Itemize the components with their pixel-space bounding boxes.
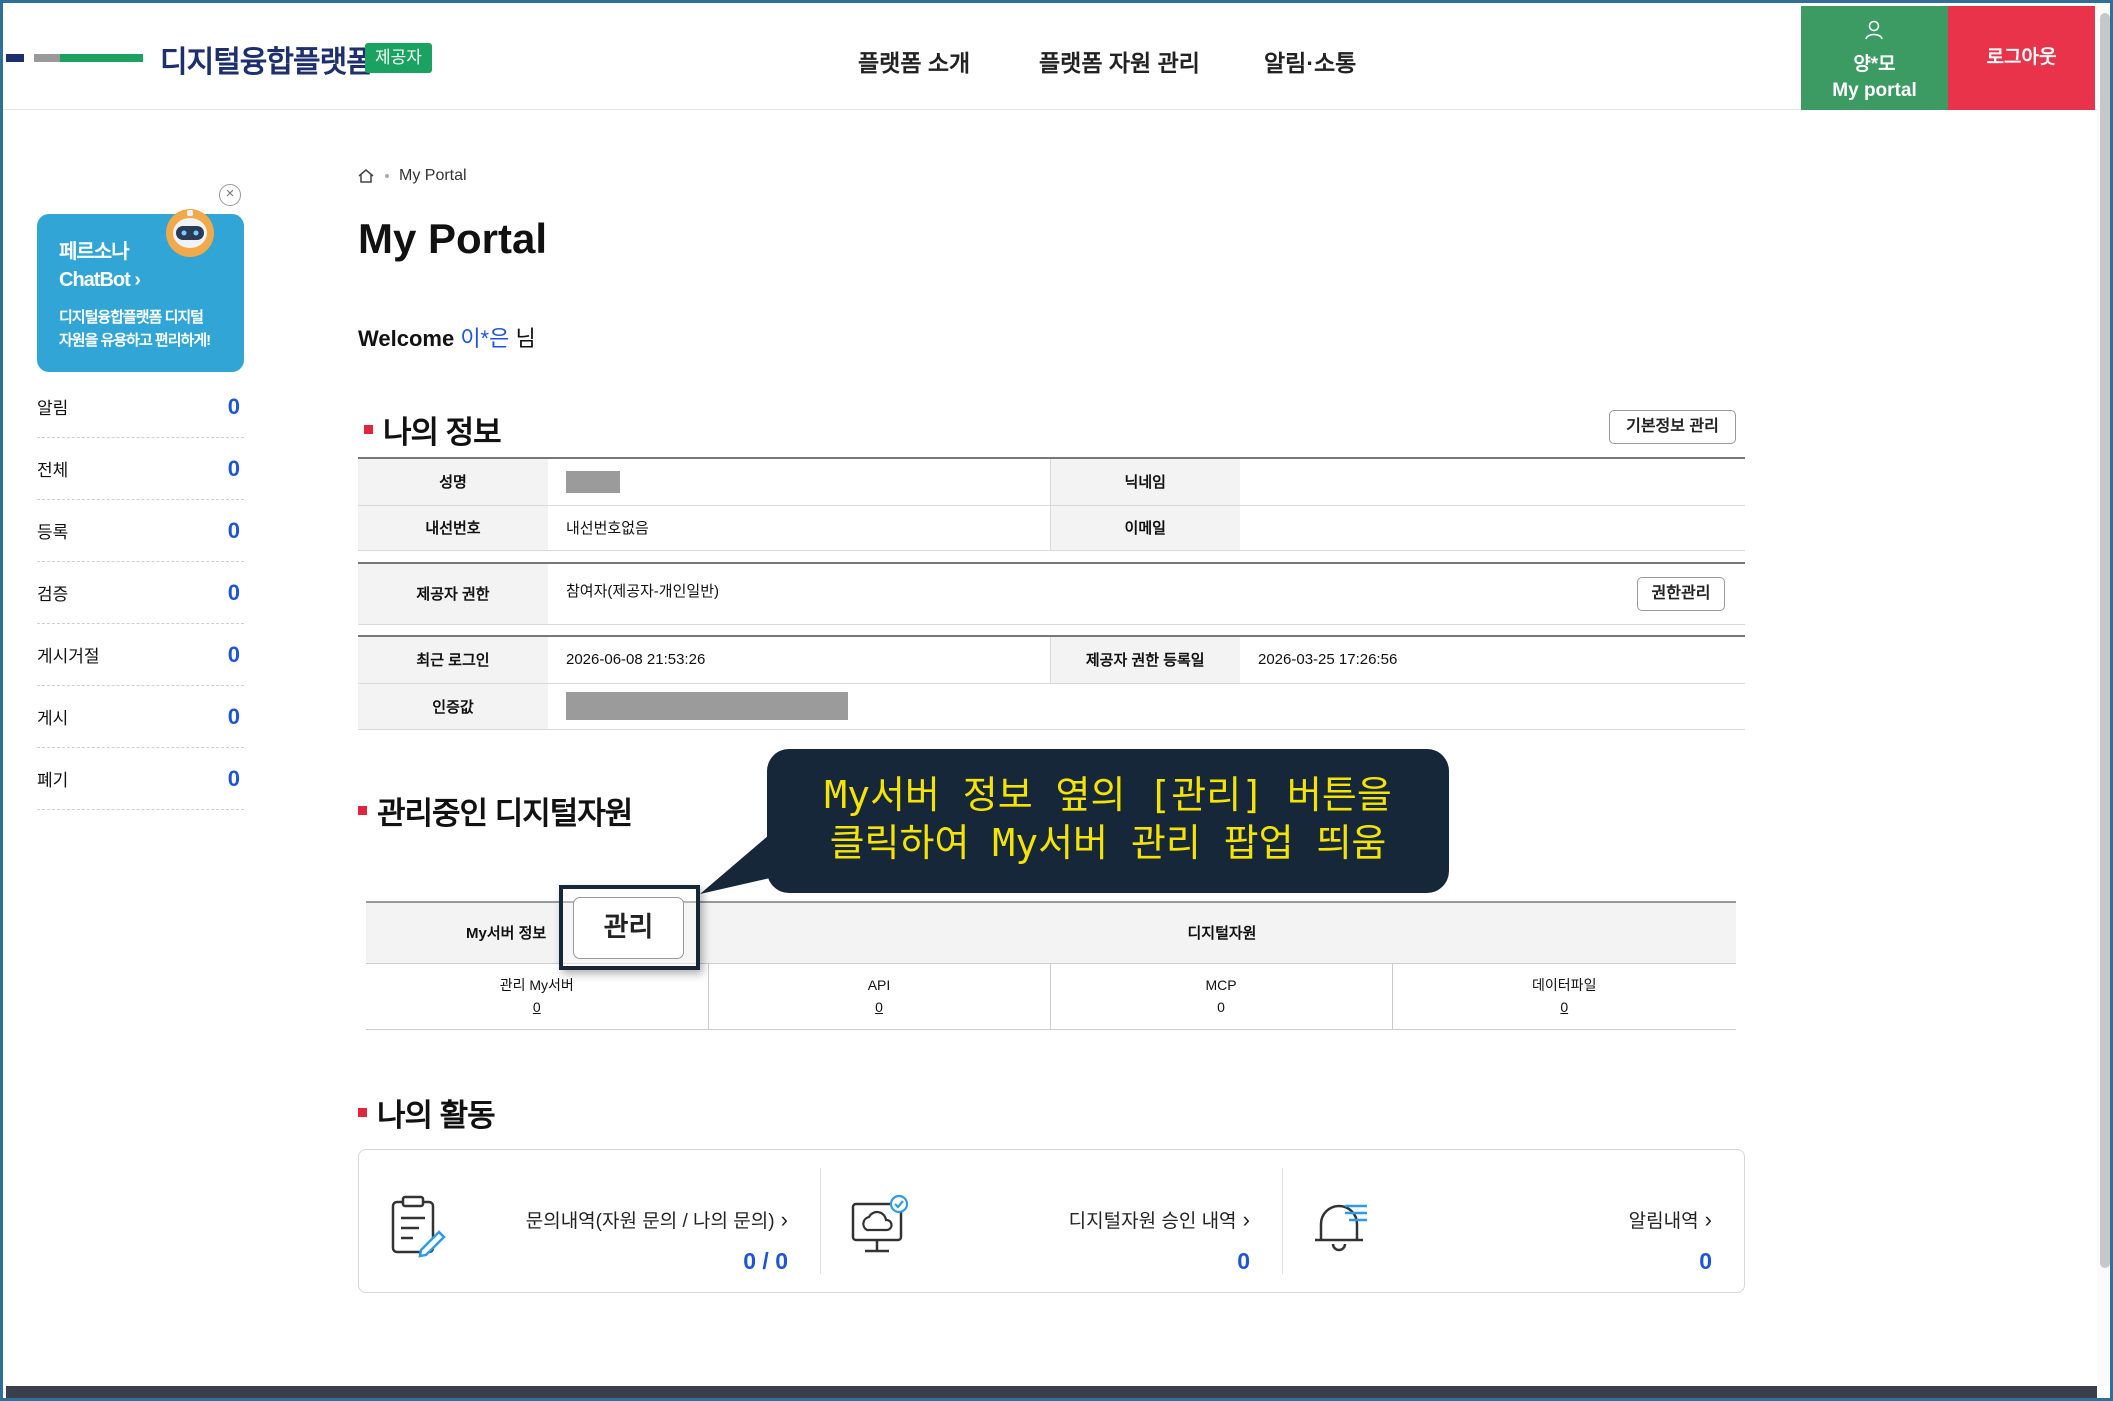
my-portal-button[interactable]: 양*모 My portal <box>1801 6 1948 110</box>
activity-card-approvals[interactable]: 디지털자원 승인 내역 0 <box>821 1168 1283 1274</box>
section-title-activity: 나의 활동 <box>358 1090 496 1135</box>
masked-cert <box>566 692 848 720</box>
welcome-user-name: 이*은 <box>460 326 510 351</box>
value-last-login: 2026-06-08 21:53:26 <box>548 635 1050 684</box>
myserver-manage-button[interactable]: 관리 <box>573 897 684 959</box>
page-title: My Portal <box>358 215 548 262</box>
nav-platform-intro[interactable]: 플랫폼 소개 <box>858 44 970 78</box>
home-icon[interactable] <box>357 168 375 184</box>
logout-button[interactable]: 로그아웃 <box>1948 6 2095 110</box>
chatbot-title-line2: ChatBot › <box>59 269 141 291</box>
value-provider-role: 참여자(제공자-개인일반) <box>548 562 1745 625</box>
approvals-count: 0 <box>1237 1248 1250 1274</box>
value-role-date: 2026-03-25 17:26:56 <box>1240 635 1745 684</box>
activity-panel: 문의내역(자원 문의 / 나의 문의) 0 / 0 디지털자원 승인 내역 0 <box>358 1149 1745 1293</box>
robot-icon <box>166 209 214 257</box>
value-name <box>548 457 1050 506</box>
status-summary-list: 알림 0 전체 0 등록 0 검증 0 게시거절 0 게시 0 폐기 0 <box>37 376 244 810</box>
side-item-published[interactable]: 게시 0 <box>37 686 244 748</box>
document-edit-icon <box>391 1195 446 1258</box>
browser-frame: 디지털융합플랫폼 제공자 플랫폼 소개 플랫폼 자원 관리 알림·소통 양*모 … <box>0 0 2113 1401</box>
top-header: 디지털융합플랫폼 제공자 플랫폼 소개 플랫폼 자원 관리 알림·소통 양*모 … <box>3 3 2110 110</box>
side-item-rejected[interactable]: 게시거절 0 <box>37 624 244 686</box>
logo-stripe <box>6 54 143 62</box>
chatbot-description: 디지털융합플랫폼 디지털 자원을 유용하고 편리하게! <box>59 309 211 349</box>
notifications-count: 0 <box>1699 1248 1712 1274</box>
user-name: 양*모 <box>1853 54 1896 75</box>
chatbot-close-button[interactable]: × <box>219 184 241 206</box>
section-title-my-info: 나의 정보 <box>364 407 502 452</box>
col-digital-resources: 디지털자원 <box>708 902 1736 964</box>
section-title-resources: 관리중인 디지털자원 <box>358 788 633 833</box>
site-logo[interactable]: 디지털융합플랫폼 <box>160 37 374 81</box>
side-item-verification[interactable]: 검증 0 <box>37 562 244 624</box>
inquiries-count: 0 / 0 <box>743 1248 788 1274</box>
label-extension: 내선번호 <box>358 505 548 551</box>
label-cert: 인증값 <box>358 683 548 730</box>
role-badge: 제공자 <box>365 43 432 73</box>
basic-info-manage-button[interactable]: 기본정보 관리 <box>1609 410 1736 444</box>
side-item-all[interactable]: 전체 0 <box>37 438 244 500</box>
scrollbar-thumb[interactable] <box>2100 13 2110 1268</box>
my-info-table-2: 제공자 권한 참여자(제공자-개인일반) <box>358 562 1745 625</box>
value-nickname <box>1240 457 1745 506</box>
label-email: 이메일 <box>1049 505 1240 551</box>
my-info-table-1: 성명 닉네임 내선번호 내선번호없음 이메일 <box>358 457 1745 551</box>
chevron-right-icon: › <box>134 269 141 291</box>
label-name: 성명 <box>358 457 548 506</box>
footer-bar <box>6 1386 2097 1398</box>
bell-list-icon <box>1315 1204 1367 1252</box>
value-email <box>1240 505 1745 551</box>
side-item-discarded[interactable]: 폐기 0 <box>37 748 244 810</box>
label-provider-role: 제공자 권한 <box>358 562 548 625</box>
breadcrumb: My Portal <box>357 167 467 185</box>
side-item-alert[interactable]: 알림 0 <box>37 376 244 438</box>
cell-managed-myserver[interactable]: 관리 My서버 0 <box>366 963 709 1030</box>
user-icon <box>1865 20 1883 40</box>
notifications-label: 알림내역 <box>1629 1206 1712 1233</box>
label-role-date: 제공자 권한 등록일 <box>1049 635 1240 684</box>
my-portal-label: My portal <box>1832 80 1917 101</box>
cell-mcp: MCP 0 <box>1050 963 1393 1030</box>
monitor-cloud-check-icon <box>851 1194 909 1253</box>
breadcrumb-current: My Portal <box>399 167 467 184</box>
activity-card-inquiries[interactable]: 문의내역(자원 문의 / 나의 문의) 0 / 0 <box>359 1168 821 1274</box>
instruction-callout: My서버 정보 옆의 [관리] 버튼을 클릭하여 My서버 관리 팝업 띄움 <box>767 749 1449 893</box>
role-manage-button[interactable]: 권한관리 <box>1637 577 1725 611</box>
label-last-login: 최근 로그인 <box>358 635 548 684</box>
my-info-table-3: 최근 로그인 2026-06-08 21:53:26 제공자 권한 등록일 20… <box>358 635 1745 730</box>
activity-card-notifications[interactable]: 알림내역 0 <box>1283 1168 1744 1274</box>
nav-resource-management[interactable]: 플랫폼 자원 관리 <box>1039 44 1200 78</box>
value-extension: 내선번호없음 <box>548 505 1050 551</box>
welcome-message: Welcome 이*은 님 <box>358 326 536 351</box>
nav-notice-communication[interactable]: 알림·소통 <box>1264 44 1356 78</box>
side-item-registered[interactable]: 등록 0 <box>37 500 244 562</box>
cell-datafile[interactable]: 데이터파일 0 <box>1392 963 1736 1030</box>
cell-api[interactable]: API 0 <box>708 963 1051 1030</box>
inquiries-label: 문의내역(자원 문의 / 나의 문의) <box>526 1206 788 1233</box>
masked-name <box>566 470 620 493</box>
approvals-label: 디지털자원 승인 내역 <box>1069 1206 1250 1233</box>
label-nickname: 닉네임 <box>1049 457 1240 506</box>
value-cert <box>548 683 1745 730</box>
